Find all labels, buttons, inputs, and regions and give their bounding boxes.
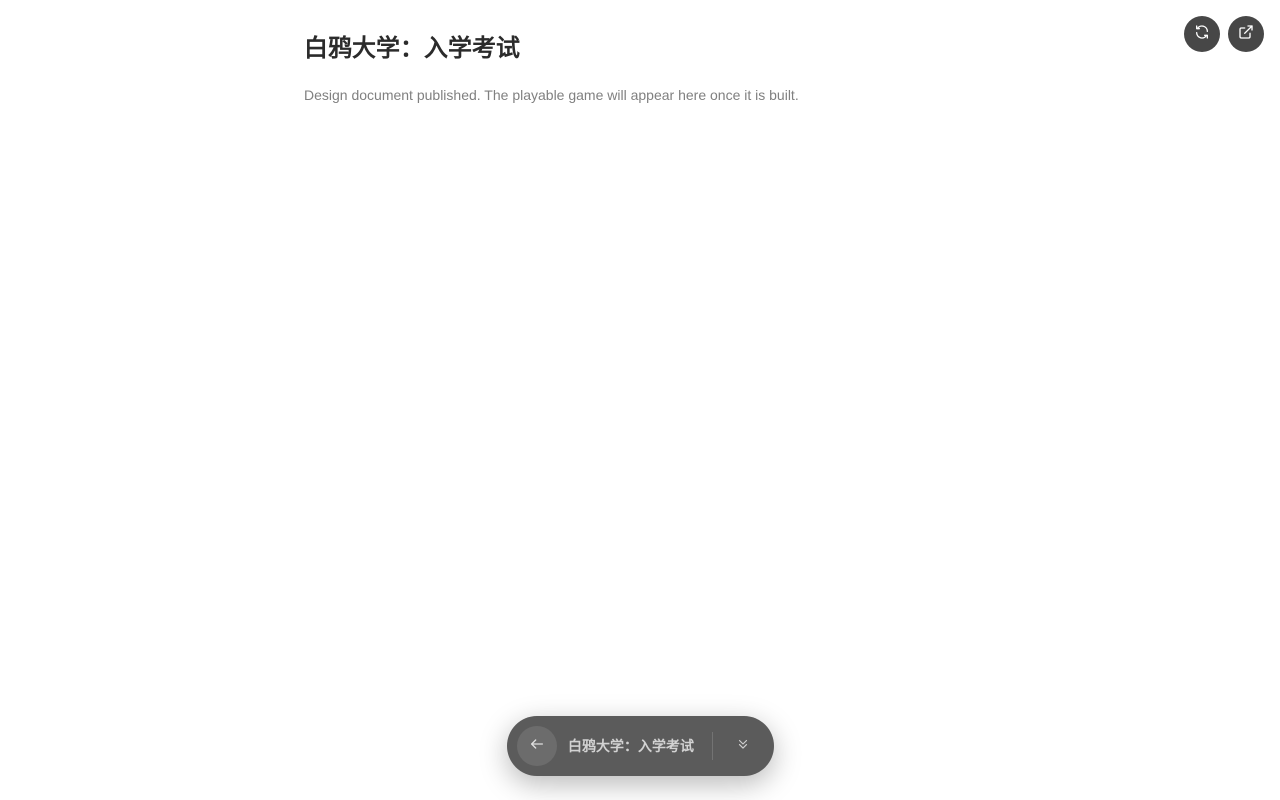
page-title: 白鸦大学：入学考试	[304, 34, 520, 62]
floating-game-bar: 白鸦大学：入学考试	[507, 716, 774, 776]
refresh-icon	[1194, 24, 1210, 45]
arrow-left-icon	[529, 736, 545, 757]
chevrons-down-icon	[736, 737, 750, 756]
floating-bar-title: 白鸦大学：入学考试	[568, 739, 694, 755]
top-actions	[1184, 16, 1264, 52]
page: 白鸦大学：入学考试 Design document published. The…	[0, 0, 1280, 800]
divider	[712, 732, 713, 760]
external-link-icon	[1238, 24, 1254, 45]
expand-button[interactable]	[727, 730, 759, 762]
main-content: 白鸦大学：入学考试 Design document published. The…	[304, 30, 1004, 104]
refresh-button[interactable]	[1184, 16, 1220, 52]
back-button[interactable]	[517, 726, 557, 766]
open-external-button[interactable]	[1228, 16, 1264, 52]
page-subtitle: Design document published. The playable …	[304, 87, 799, 103]
